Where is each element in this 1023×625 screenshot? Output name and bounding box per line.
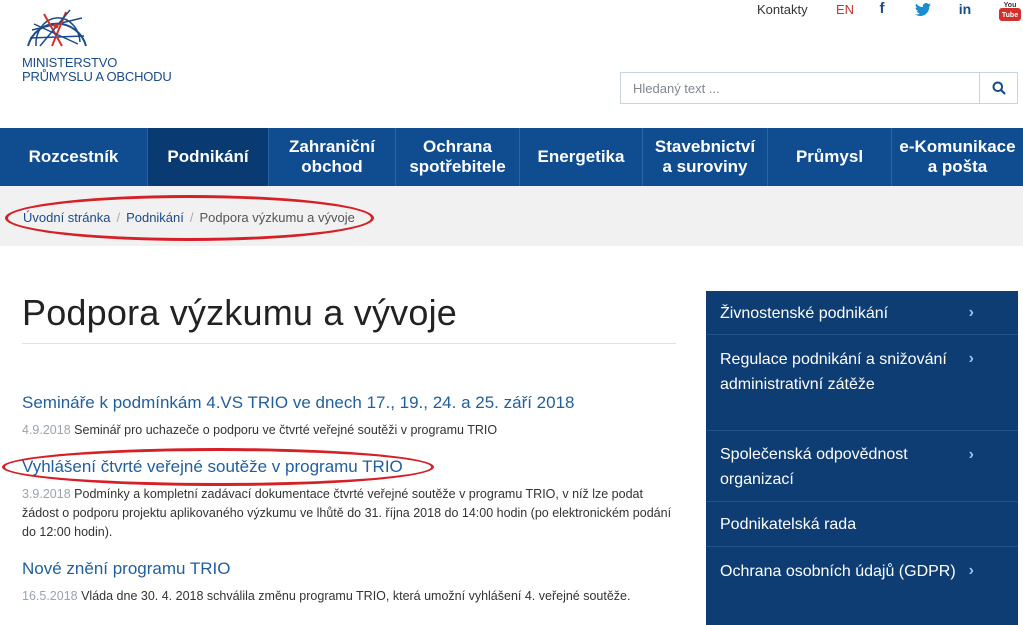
news-item: Nové znění programu TRIO 16.5.2018 Vláda… bbox=[22, 559, 682, 606]
news-item: Semináře k podmínkám 4.VS TRIO ve dnech … bbox=[22, 393, 682, 440]
nav-item-label: e-Komunikace a pošta bbox=[899, 137, 1016, 176]
svg-text:Tube: Tube bbox=[1002, 12, 1018, 19]
nav-item-e-komunikace[interactable]: e-Komunikace a pošta bbox=[892, 128, 1023, 186]
search-box bbox=[620, 72, 1018, 104]
news-item-body: 4.9.2018 Seminář pro uchazeče o podporu … bbox=[22, 421, 682, 440]
facebook-icon[interactable]: f bbox=[872, 0, 892, 20]
sidebar-item-label: Společenská odpovědnost organizací bbox=[720, 446, 908, 488]
nav-item-energetika[interactable]: Energetika bbox=[520, 128, 643, 186]
search-icon bbox=[992, 81, 1006, 95]
nav-item-label: Ochrana spotřebitele bbox=[409, 137, 506, 176]
title-divider bbox=[22, 343, 676, 344]
chevron-right-icon: › bbox=[968, 350, 974, 367]
sidebar-item-gdpr[interactable]: Ochrana osobních údajů (GDPR) › bbox=[706, 547, 1018, 625]
news-item-date: 4.9.2018 bbox=[22, 423, 71, 437]
nav-item-zahranicni-obchod[interactable]: Zahraniční obchod bbox=[269, 128, 396, 186]
news-item-text: Seminář pro uchazeče o podporu ve čtvrté… bbox=[74, 423, 498, 437]
main-navigation: Rozcestník Podnikání Zahraniční obchod O… bbox=[0, 128, 1023, 186]
search-input[interactable] bbox=[621, 73, 979, 103]
nav-item-label: Zahraniční obchod bbox=[289, 137, 375, 176]
news-item-date: 3.9.2018 bbox=[22, 487, 71, 501]
news-item-text: Vláda dne 30. 4. 2018 schválila změnu pr… bbox=[81, 589, 631, 603]
twitter-icon[interactable] bbox=[913, 0, 933, 20]
sidebar-item-label: Ochrana osobních údajů (GDPR) bbox=[720, 563, 956, 580]
chevron-right-icon: › bbox=[968, 562, 974, 579]
search-button[interactable] bbox=[979, 73, 1017, 103]
sidebar-item-spolecenska-odpovednost[interactable]: Společenská odpovědnost organizací › bbox=[706, 431, 1018, 502]
linkedin-icon[interactable]: in bbox=[955, 0, 975, 20]
red-annotation-ellipse bbox=[5, 195, 374, 241]
contacts-link[interactable]: Kontakty bbox=[757, 2, 808, 17]
nav-item-label: Průmysl bbox=[795, 147, 864, 166]
nav-item-ochrana-spotrebitele[interactable]: Ochrana spotřebitele bbox=[396, 128, 520, 186]
nav-item-stavebnictvi[interactable]: Stavebnictví a suroviny bbox=[643, 128, 768, 186]
news-item-title[interactable]: Nové znění programu TRIO bbox=[22, 559, 682, 579]
youtube-icon[interactable]: You Tube bbox=[998, 0, 1022, 22]
nav-item-label: Rozcestník bbox=[28, 147, 119, 166]
page-title: Podpora výzkumu a vývoje bbox=[22, 292, 458, 333]
sidebar-item-label: Podnikatelská rada bbox=[720, 516, 857, 533]
nav-item-prumysl[interactable]: Průmysl bbox=[768, 128, 892, 186]
sidebar-item-label: Živnostenské podnikání bbox=[720, 305, 889, 322]
chevron-right-icon: › bbox=[968, 304, 974, 321]
site-header: MINISTERSTVO PRŮMYSLU A OBCHODU Kontakty… bbox=[0, 0, 1023, 128]
news-item-body: 3.9.2018 Podmínky a kompletní zadávací d… bbox=[22, 485, 676, 542]
red-annotation-ellipse bbox=[2, 448, 434, 486]
sidebar-item-zivnostenske-podnikani[interactable]: Živnostenské podnikání › bbox=[706, 291, 1018, 335]
nav-item-label: Stavebnictví a suroviny bbox=[654, 137, 756, 176]
news-item-date: 16.5.2018 bbox=[22, 589, 78, 603]
globe-logo-icon bbox=[27, 9, 87, 47]
logo-text: MINISTERSTVO PRŮMYSLU A OBCHODU bbox=[22, 56, 172, 84]
ministry-logo[interactable]: MINISTERSTVO PRŮMYSLU A OBCHODU bbox=[22, 6, 192, 86]
sidebar-menu: Živnostenské podnikání › Regulace podnik… bbox=[706, 291, 1018, 625]
news-item-text: Podmínky a kompletní zadávací dokumentac… bbox=[22, 487, 672, 539]
nav-item-rozcestnik[interactable]: Rozcestník bbox=[0, 128, 148, 186]
chevron-right-icon: › bbox=[968, 446, 974, 463]
sidebar-item-label: Regulace podnikání a snižování administr… bbox=[720, 351, 947, 393]
english-language-link[interactable]: EN bbox=[836, 2, 854, 17]
nav-item-label: Energetika bbox=[537, 147, 625, 166]
logo-line-2: PRŮMYSLU A OBCHODU bbox=[22, 69, 172, 84]
sidebar-item-regulace-podnikani[interactable]: Regulace podnikání a snižování administr… bbox=[706, 335, 1018, 431]
logo-line-1: MINISTERSTVO bbox=[22, 55, 118, 70]
news-item-title[interactable]: Semináře k podmínkám 4.VS TRIO ve dnech … bbox=[22, 393, 682, 413]
sidebar-item-podnikatelska-rada[interactable]: Podnikatelská rada bbox=[706, 502, 1018, 547]
nav-item-label: Podnikání bbox=[167, 147, 249, 166]
nav-item-podnikani[interactable]: Podnikání bbox=[148, 128, 269, 186]
news-item-body: 16.5.2018 Vláda dne 30. 4. 2018 schválil… bbox=[22, 587, 682, 606]
svg-text:You: You bbox=[1004, 2, 1017, 9]
